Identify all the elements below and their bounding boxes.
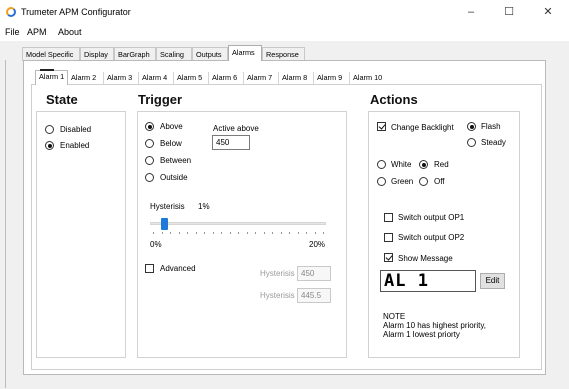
slider-max-label: 20%	[309, 240, 326, 249]
trigger-below-radio[interactable]	[145, 139, 154, 148]
advanced-checkbox[interactable]	[145, 264, 154, 273]
adv-hysteresis-1-label: Hysterisis	[260, 269, 295, 278]
off-radio[interactable]	[419, 177, 428, 186]
active-above-label: Active above	[213, 124, 259, 133]
active-above-input[interactable]: 450	[212, 135, 250, 150]
trigger-below-label: Below	[160, 139, 182, 148]
green-label: Green	[391, 177, 414, 186]
slider-tick	[238, 232, 239, 234]
tab-bargraph[interactable]: BarGraph	[114, 47, 156, 61]
maximize-button[interactable]: ☐	[494, 4, 524, 20]
trigger-outside-label: Outside	[160, 173, 188, 182]
hysteresis-slider-thumb[interactable]	[161, 218, 169, 230]
green-radio[interactable]	[377, 177, 386, 186]
show-message-label: Show Message	[398, 254, 453, 263]
minimize-button[interactable]: –	[456, 4, 486, 20]
hysteresis-value: 1%	[198, 202, 210, 211]
trigger-title: Trigger	[138, 92, 183, 107]
switch-op2-label: Switch output OP2	[398, 233, 465, 242]
menu-bar: File APM About	[0, 24, 569, 41]
white-label: White	[391, 160, 412, 169]
menu-about[interactable]: About	[58, 27, 82, 37]
tab-display[interactable]: Display	[80, 47, 114, 61]
slider-tick	[314, 232, 316, 234]
advanced-label: Advanced	[160, 264, 196, 273]
change-backlight-checkbox[interactable]	[377, 122, 386, 131]
slider-tick	[221, 232, 222, 234]
slider-tick	[263, 232, 265, 234]
tab-scaling[interactable]: Scaling	[156, 47, 192, 61]
slider-tick	[280, 232, 282, 234]
slider-tick	[306, 232, 307, 234]
menu-file[interactable]: File	[5, 27, 20, 37]
trigger-between-label: Between	[160, 156, 192, 165]
note-line-2: Alarm 1 lowest priorty	[383, 330, 460, 339]
flash-radio[interactable]	[467, 122, 476, 131]
slider-tick	[272, 232, 273, 234]
trigger-outside-radio[interactable]	[145, 173, 154, 182]
adv-hysteresis-2-label: Hysterisis	[260, 291, 295, 300]
message-display[interactable]: AL 1	[380, 270, 476, 292]
show-message-checkbox[interactable]	[384, 253, 393, 262]
tab-alarms[interactable]: Alarms	[228, 45, 262, 61]
tab-model-specific[interactable]: Model Specific	[22, 47, 80, 61]
state-enabled-radio[interactable]	[45, 141, 54, 150]
slider-tick	[246, 232, 248, 234]
edit-message-button[interactable]: Edit	[480, 273, 505, 289]
state-disabled-radio[interactable]	[45, 125, 54, 134]
slider-tick	[289, 232, 290, 234]
hysteresis-label: Hysterisis	[150, 202, 185, 211]
slider-tick	[161, 232, 163, 234]
app-ring-icon	[6, 7, 16, 17]
adv-hysteresis-1-input[interactable]: 450	[297, 266, 331, 281]
slider-tick	[255, 232, 256, 234]
slider-tick	[178, 232, 180, 234]
off-label: Off	[434, 177, 445, 186]
slider-tick	[170, 232, 171, 234]
note-title: NOTE	[383, 312, 406, 321]
slider-tick	[153, 232, 154, 234]
steady-label: Steady	[481, 138, 506, 147]
steady-radio[interactable]	[467, 138, 476, 147]
switch-op1-checkbox[interactable]	[384, 213, 393, 222]
trigger-between-radio[interactable]	[145, 156, 154, 165]
slider-tick	[204, 232, 205, 234]
slider-min-label: 0%	[150, 240, 162, 249]
red-radio[interactable]	[419, 160, 428, 169]
note-line-1: Alarm 10 has highest priority,	[383, 321, 487, 330]
left-frame-line	[5, 60, 6, 388]
tab-outputs[interactable]: Outputs	[192, 47, 228, 61]
slider-tick	[323, 232, 324, 234]
window-title: Trumeter APM Configurator	[21, 7, 131, 17]
adv-hysteresis-2-input[interactable]: 445.5	[297, 288, 331, 303]
flash-label: Flash	[481, 122, 501, 131]
change-backlight-label: Change Backlight	[391, 123, 454, 132]
tab-response[interactable]: Response	[262, 47, 305, 61]
slider-tick	[229, 232, 231, 234]
tab-alarm-1[interactable]: Alarm 1	[35, 70, 68, 85]
state-enabled-label: Enabled	[60, 141, 90, 150]
white-radio[interactable]	[377, 160, 386, 169]
slider-tick	[297, 232, 299, 234]
switch-op1-label: Switch output OP1	[398, 213, 465, 222]
slider-tick	[187, 232, 188, 234]
hysteresis-slider-track[interactable]	[150, 222, 326, 225]
switch-op2-checkbox[interactable]	[384, 233, 393, 242]
state-disabled-label: Disabled	[60, 125, 92, 134]
slider-tick	[212, 232, 214, 234]
slider-tick	[195, 232, 197, 234]
menu-apm[interactable]: APM	[27, 27, 47, 37]
state-title: State	[46, 92, 78, 107]
title-bar: Trumeter APM Configurator – ☐ ✕	[0, 0, 569, 24]
selected-tab-indicator	[40, 69, 54, 71]
trigger-above-label: Above	[160, 122, 183, 131]
trigger-above-radio[interactable]	[145, 122, 154, 131]
actions-title: Actions	[370, 92, 418, 107]
red-label: Red	[434, 160, 449, 169]
close-button[interactable]: ✕	[533, 4, 563, 20]
